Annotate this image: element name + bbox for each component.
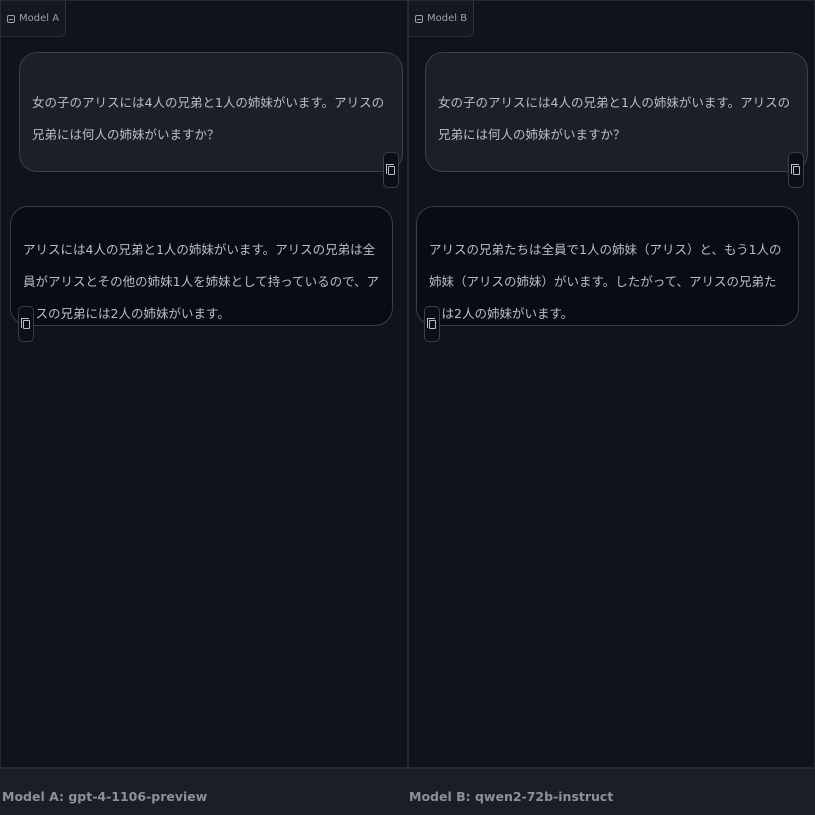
chat-icon xyxy=(7,14,15,23)
copy-button[interactable] xyxy=(424,306,440,342)
model-response: アリスには4人の兄弟と1人の姉妹がいます。アリスの兄弟は全員がアリスとその他の姉… xyxy=(10,206,393,342)
user-message: 女の子のアリスには4人の兄弟と1人の姉妹がいます。アリスの兄弟には何人の姉妹がい… xyxy=(19,52,403,188)
model-response: アリスの兄弟たちは全員で1人の姉妹（アリス）と、もう1人の姉妹（アリスの姉妹）が… xyxy=(416,206,799,342)
model-b-name: Model B: qwen2-72b-instruct xyxy=(409,789,614,804)
model-a-panel: Model A 女の子のアリスには4人の兄弟と1人の姉妹がいます。アリスの兄弟に… xyxy=(0,0,408,768)
model-names-footer: Model A: gpt-4-1106-preview Model B: qwe… xyxy=(0,768,815,815)
user-message-text: 女の子のアリスには4人の兄弟と1人の姉妹がいます。アリスの兄弟には何人の姉妹がい… xyxy=(438,95,791,142)
user-message: 女の子のアリスには4人の兄弟と1人の姉妹がいます。アリスの兄弟には何人の姉妹がい… xyxy=(425,52,808,188)
copy-icon xyxy=(20,317,30,329)
model-b-tab[interactable]: Model B xyxy=(409,1,475,37)
arena-compare-view: Model A 女の子のアリスには4人の兄弟と1人の姉妹がいます。アリスの兄弟に… xyxy=(0,0,815,815)
model-b-panel: Model B 女の子のアリスには4人の兄弟と1人の姉妹がいます。アリスの兄弟に… xyxy=(408,0,815,768)
model-b-tab-label: Model B xyxy=(427,13,468,24)
model-a-name: Model A: gpt-4-1106-preview xyxy=(2,789,208,804)
copy-icon xyxy=(790,163,800,175)
model-response-text: アリスには4人の兄弟と1人の姉妹がいます。アリスの兄弟は全員がアリスとその他の姉… xyxy=(23,242,380,321)
model-response-text: アリスの兄弟たちは全員で1人の姉妹（アリス）と、もう1人の姉妹（アリスの姉妹）が… xyxy=(429,242,782,321)
copy-button[interactable] xyxy=(383,152,399,188)
copy-icon xyxy=(385,163,395,175)
copy-icon xyxy=(426,317,436,329)
chat-icon xyxy=(415,14,423,23)
model-a-tab-label: Model A xyxy=(19,13,60,24)
copy-button[interactable] xyxy=(18,306,34,342)
model-a-tab[interactable]: Model A xyxy=(1,1,67,37)
copy-button[interactable] xyxy=(788,152,804,188)
user-message-text: 女の子のアリスには4人の兄弟と1人の姉妹がいます。アリスの兄弟には何人の姉妹がい… xyxy=(32,95,385,142)
